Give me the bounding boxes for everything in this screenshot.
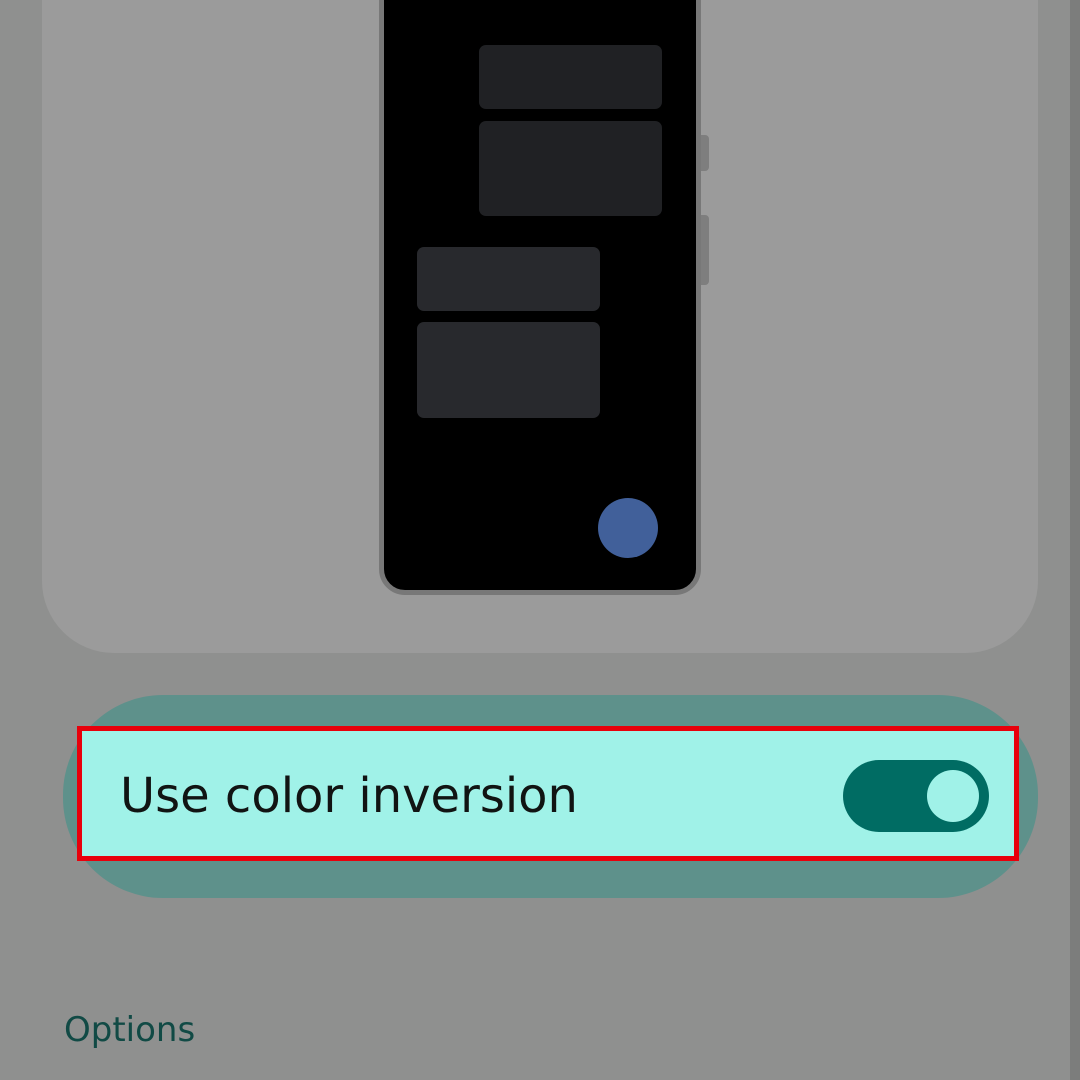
options-section-header: Options (64, 1010, 196, 1050)
use-color-inversion-toggle-row[interactable]: Use color inversion (77, 726, 1019, 861)
preview-tile (417, 247, 600, 311)
color-inversion-switch[interactable] (843, 760, 989, 832)
switch-thumb (927, 770, 979, 822)
preview-fab (598, 498, 658, 558)
preview-tile (417, 322, 600, 418)
phone-volume-button (701, 215, 709, 285)
phone-power-button (701, 135, 709, 171)
color-inversion-screen: Use color inversion Options (0, 0, 1080, 1080)
scroll-edge (1070, 0, 1080, 1080)
preview-tile (479, 45, 662, 109)
use-color-inversion-label: Use color inversion (120, 768, 578, 824)
preview-tile (479, 121, 662, 216)
